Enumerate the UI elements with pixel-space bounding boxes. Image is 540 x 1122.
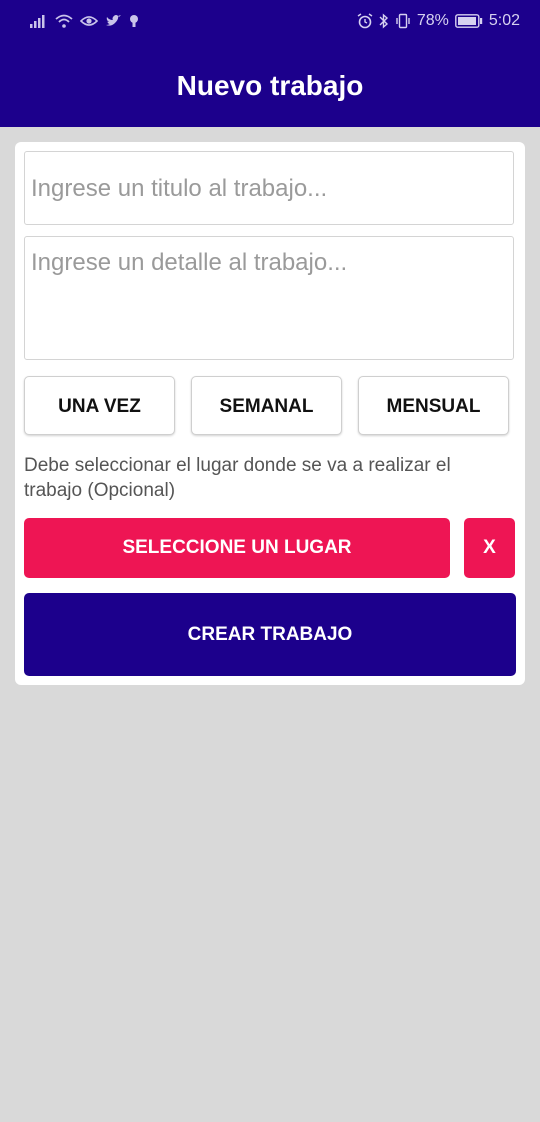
monthly-button[interactable]: MENSUAL	[358, 376, 509, 435]
signal-icon	[30, 14, 48, 28]
lightbulb-icon	[129, 14, 139, 28]
eye-icon	[80, 14, 98, 28]
job-title-input[interactable]: Ingrese un titulo al trabajo...	[24, 151, 514, 225]
clock: 5:02	[488, 12, 520, 29]
status-left-icons	[30, 10, 139, 32]
wifi-icon	[55, 14, 73, 28]
status-bar: 78% 5:02	[0, 0, 540, 42]
vibrate-icon	[395, 13, 411, 29]
new-job-form-card: Ingrese un titulo al trabajo... Ingrese …	[15, 142, 525, 685]
twitter-icon	[105, 14, 122, 28]
select-place-button[interactable]: SELECCIONE UN LUGAR	[24, 518, 450, 578]
battery-percent: 78%	[416, 12, 449, 29]
once-button[interactable]: UNA VEZ	[24, 376, 175, 435]
alarm-icon	[357, 13, 373, 29]
create-job-button[interactable]: CREAR TRABAJO	[24, 593, 516, 676]
page-title: Nuevo trabajo	[176, 70, 364, 101]
weekly-button[interactable]: SEMANAL	[191, 376, 342, 435]
app-bar: 78% 5:02 Nuevo trabajo	[0, 0, 540, 127]
clear-place-button[interactable]: X	[464, 518, 515, 578]
bluetooth-icon	[379, 13, 389, 29]
job-detail-input[interactable]: Ingrese un detalle al trabajo...	[24, 236, 514, 360]
battery-icon	[454, 14, 483, 28]
status-right-icons: 78% 5:02	[357, 10, 520, 32]
place-hint-text: Debe seleccionar el lugar donde se va a …	[24, 455, 451, 501]
